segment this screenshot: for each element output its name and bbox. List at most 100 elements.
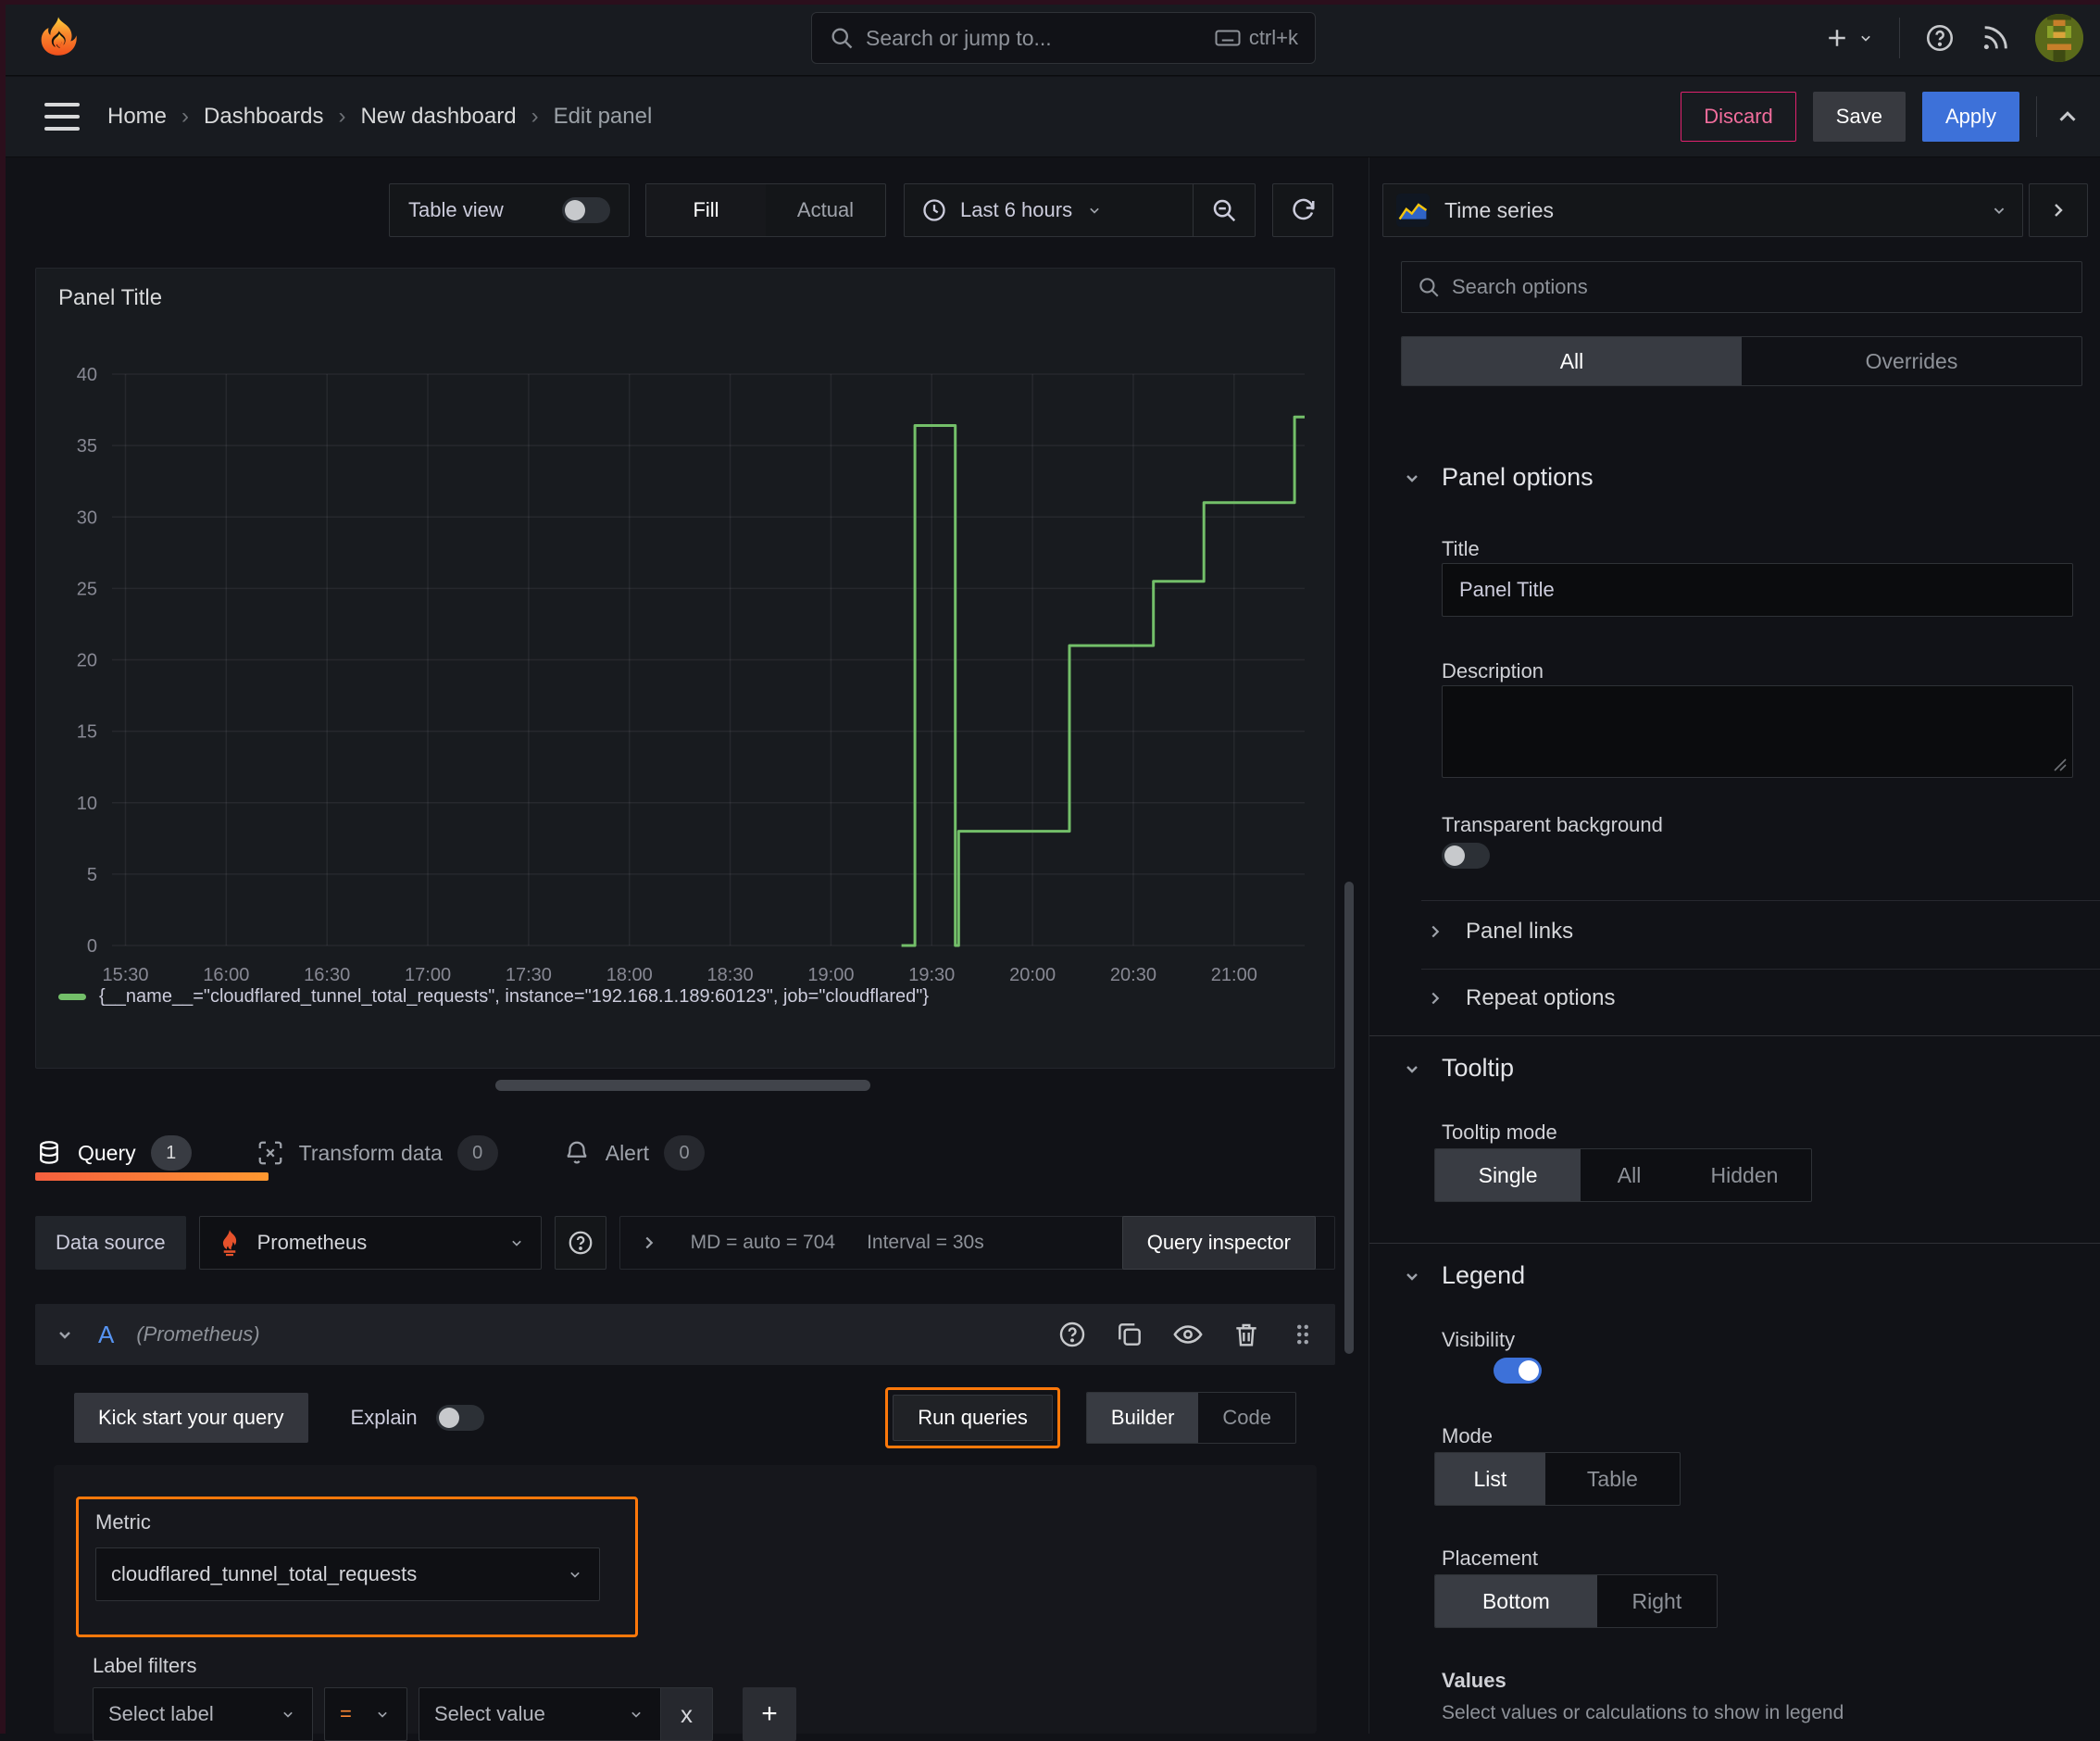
datasource-select[interactable]: Prometheus bbox=[199, 1216, 542, 1270]
metric-select[interactable]: cloudflared_tunnel_total_requests bbox=[95, 1547, 600, 1601]
operator-dropdown[interactable]: = bbox=[324, 1687, 407, 1741]
plus-icon bbox=[1823, 24, 1851, 52]
select-value-dropdown[interactable]: Select value bbox=[419, 1687, 661, 1741]
add-filter-button[interactable]: + bbox=[743, 1687, 796, 1741]
tab-overrides[interactable]: Overrides bbox=[1742, 337, 2081, 385]
user-avatar[interactable] bbox=[2035, 14, 2083, 62]
duplicate-query-button[interactable] bbox=[1115, 1320, 1144, 1349]
query-row-header[interactable]: A (Prometheus) bbox=[35, 1304, 1335, 1365]
explain-toggle[interactable] bbox=[436, 1405, 484, 1431]
remove-filter-button[interactable]: x bbox=[661, 1687, 713, 1741]
select-label-dropdown[interactable]: Select label bbox=[93, 1687, 313, 1741]
actual-option[interactable]: Actual bbox=[766, 184, 885, 236]
search-input[interactable] bbox=[866, 26, 1203, 51]
drag-query-handle[interactable] bbox=[1289, 1321, 1317, 1348]
query-options-bar: MD = auto = 704 Interval = 30s Query ins… bbox=[619, 1216, 1335, 1270]
tooltip-mode-all[interactable]: All bbox=[1581, 1149, 1678, 1201]
query-help-button[interactable] bbox=[1057, 1320, 1087, 1349]
time-range-control: Last 6 hours bbox=[904, 183, 1256, 237]
new-menu-button[interactable] bbox=[1823, 24, 1875, 52]
legend-series-swatch[interactable] bbox=[58, 994, 86, 1000]
tab-alert[interactable]: Alert 0 bbox=[563, 1135, 705, 1171]
table-view-control: Table view bbox=[389, 183, 630, 237]
tooltip-mode-single[interactable]: Single bbox=[1435, 1149, 1581, 1201]
breadcrumb-separator: › bbox=[531, 104, 539, 130]
question-circle-icon bbox=[567, 1229, 594, 1257]
zoom-out-time-button[interactable] bbox=[1194, 184, 1255, 236]
kick-start-query-button[interactable]: Kick start your query bbox=[74, 1393, 308, 1443]
tab-query[interactable]: Query 1 bbox=[35, 1135, 192, 1171]
tab-transform-data[interactable]: Transform data 0 bbox=[256, 1135, 498, 1171]
transparent-background-toggle[interactable] bbox=[1442, 843, 1490, 869]
section-legend[interactable]: Legend bbox=[1401, 1261, 1525, 1290]
svg-text:30: 30 bbox=[77, 507, 97, 528]
svg-text:16:30: 16:30 bbox=[304, 965, 350, 985]
menu-toggle-button[interactable] bbox=[44, 103, 80, 131]
query-inspector-button[interactable]: Query inspector bbox=[1122, 1216, 1316, 1270]
legend-series-label[interactable]: {__name__="cloudflared_tunnel_total_requ… bbox=[99, 986, 929, 1008]
tooltip-mode-switch: Single All Hidden bbox=[1434, 1148, 1812, 1202]
panel-description-textarea[interactable] bbox=[1442, 685, 2073, 778]
breadcrumb-new-dashboard[interactable]: New dashboard bbox=[360, 104, 516, 130]
table-view-toggle[interactable] bbox=[562, 197, 610, 223]
breadcrumb: Home › Dashboards › New dashboard › Edit… bbox=[107, 77, 652, 157]
panel-title: Panel Title bbox=[58, 285, 162, 311]
legend-placement-bottom[interactable]: Bottom bbox=[1435, 1575, 1597, 1627]
panel-actions: Discard Save Apply bbox=[1681, 77, 2081, 157]
delete-query-button[interactable] bbox=[1231, 1320, 1261, 1349]
visualization-picker[interactable]: Time series bbox=[1382, 183, 2023, 237]
datasource-help-button[interactable] bbox=[555, 1216, 606, 1270]
legend-placement-right[interactable]: Right bbox=[1597, 1575, 1717, 1627]
section-panel-links[interactable]: Panel links bbox=[1425, 919, 1573, 945]
fill-actual-control: Fill Actual bbox=[645, 183, 886, 237]
code-option[interactable]: Code bbox=[1198, 1393, 1295, 1443]
run-queries-highlight: Run queries bbox=[885, 1387, 1060, 1448]
section-tooltip[interactable]: Tooltip bbox=[1401, 1054, 1514, 1083]
breadcrumb-dashboards[interactable]: Dashboards bbox=[204, 104, 323, 130]
legend-visibility-toggle[interactable] bbox=[1494, 1358, 1542, 1384]
discard-button[interactable]: Discard bbox=[1681, 92, 1796, 142]
run-queries-button[interactable]: Run queries bbox=[893, 1395, 1053, 1441]
bell-icon bbox=[563, 1139, 591, 1167]
chevron-down-icon bbox=[1401, 1265, 1423, 1287]
legend-mode-label: Mode bbox=[1442, 1424, 1493, 1448]
section-panel-options[interactable]: Panel options bbox=[1401, 463, 1594, 492]
help-button[interactable] bbox=[1924, 22, 1956, 54]
toggle-viz-picker-button[interactable] bbox=[2029, 183, 2088, 237]
collapse-options-button[interactable] bbox=[2054, 103, 2081, 131]
query-ref-id[interactable]: A bbox=[98, 1321, 114, 1349]
legend-values-help: Select values or calculations to show in… bbox=[1442, 1702, 1844, 1724]
textarea-resize-handle[interactable] bbox=[2053, 758, 2068, 772]
tab-all[interactable]: All bbox=[1402, 337, 1742, 385]
table-view-label: Table view bbox=[408, 198, 504, 222]
chevron-down-icon bbox=[373, 1705, 392, 1723]
refresh-button[interactable] bbox=[1289, 196, 1317, 224]
time-range-picker[interactable]: Last 6 hours bbox=[905, 197, 1193, 223]
builder-option[interactable]: Builder bbox=[1087, 1393, 1198, 1443]
legend-mode-table[interactable]: Table bbox=[1545, 1453, 1680, 1505]
legend-mode-list[interactable]: List bbox=[1435, 1453, 1545, 1505]
apply-button[interactable]: Apply bbox=[1922, 92, 2019, 142]
panel-title-input[interactable] bbox=[1442, 563, 2073, 617]
svg-text:10: 10 bbox=[77, 794, 97, 814]
time-series-chart[interactable]: 051015202530354015:3016:0016:3017:0017:3… bbox=[36, 324, 1323, 986]
save-button[interactable]: Save bbox=[1813, 92, 1906, 142]
chevron-right-icon[interactable] bbox=[639, 1233, 659, 1253]
news-button[interactable] bbox=[1980, 22, 2011, 54]
panel-resize-handle[interactable] bbox=[495, 1080, 870, 1091]
question-circle-icon bbox=[1924, 22, 1956, 54]
toggle-query-visibility-button[interactable] bbox=[1172, 1319, 1204, 1350]
all-overrides-tabs: All Overrides bbox=[1401, 336, 2082, 386]
keyboard-icon bbox=[1214, 24, 1242, 52]
editor-scrollbar[interactable] bbox=[1344, 882, 1354, 1354]
legend-placement-label: Placement bbox=[1442, 1547, 1538, 1571]
tooltip-mode-hidden[interactable]: Hidden bbox=[1678, 1149, 1811, 1201]
options-search-input[interactable] bbox=[1452, 275, 2067, 299]
svg-text:20: 20 bbox=[77, 651, 97, 671]
breadcrumb-home[interactable]: Home bbox=[107, 104, 167, 130]
grafana-logo-icon[interactable] bbox=[35, 14, 81, 62]
search-icon bbox=[829, 25, 855, 51]
refresh-control bbox=[1272, 183, 1333, 237]
fill-option[interactable]: Fill bbox=[646, 184, 766, 236]
section-repeat-options[interactable]: Repeat options bbox=[1425, 985, 1615, 1011]
